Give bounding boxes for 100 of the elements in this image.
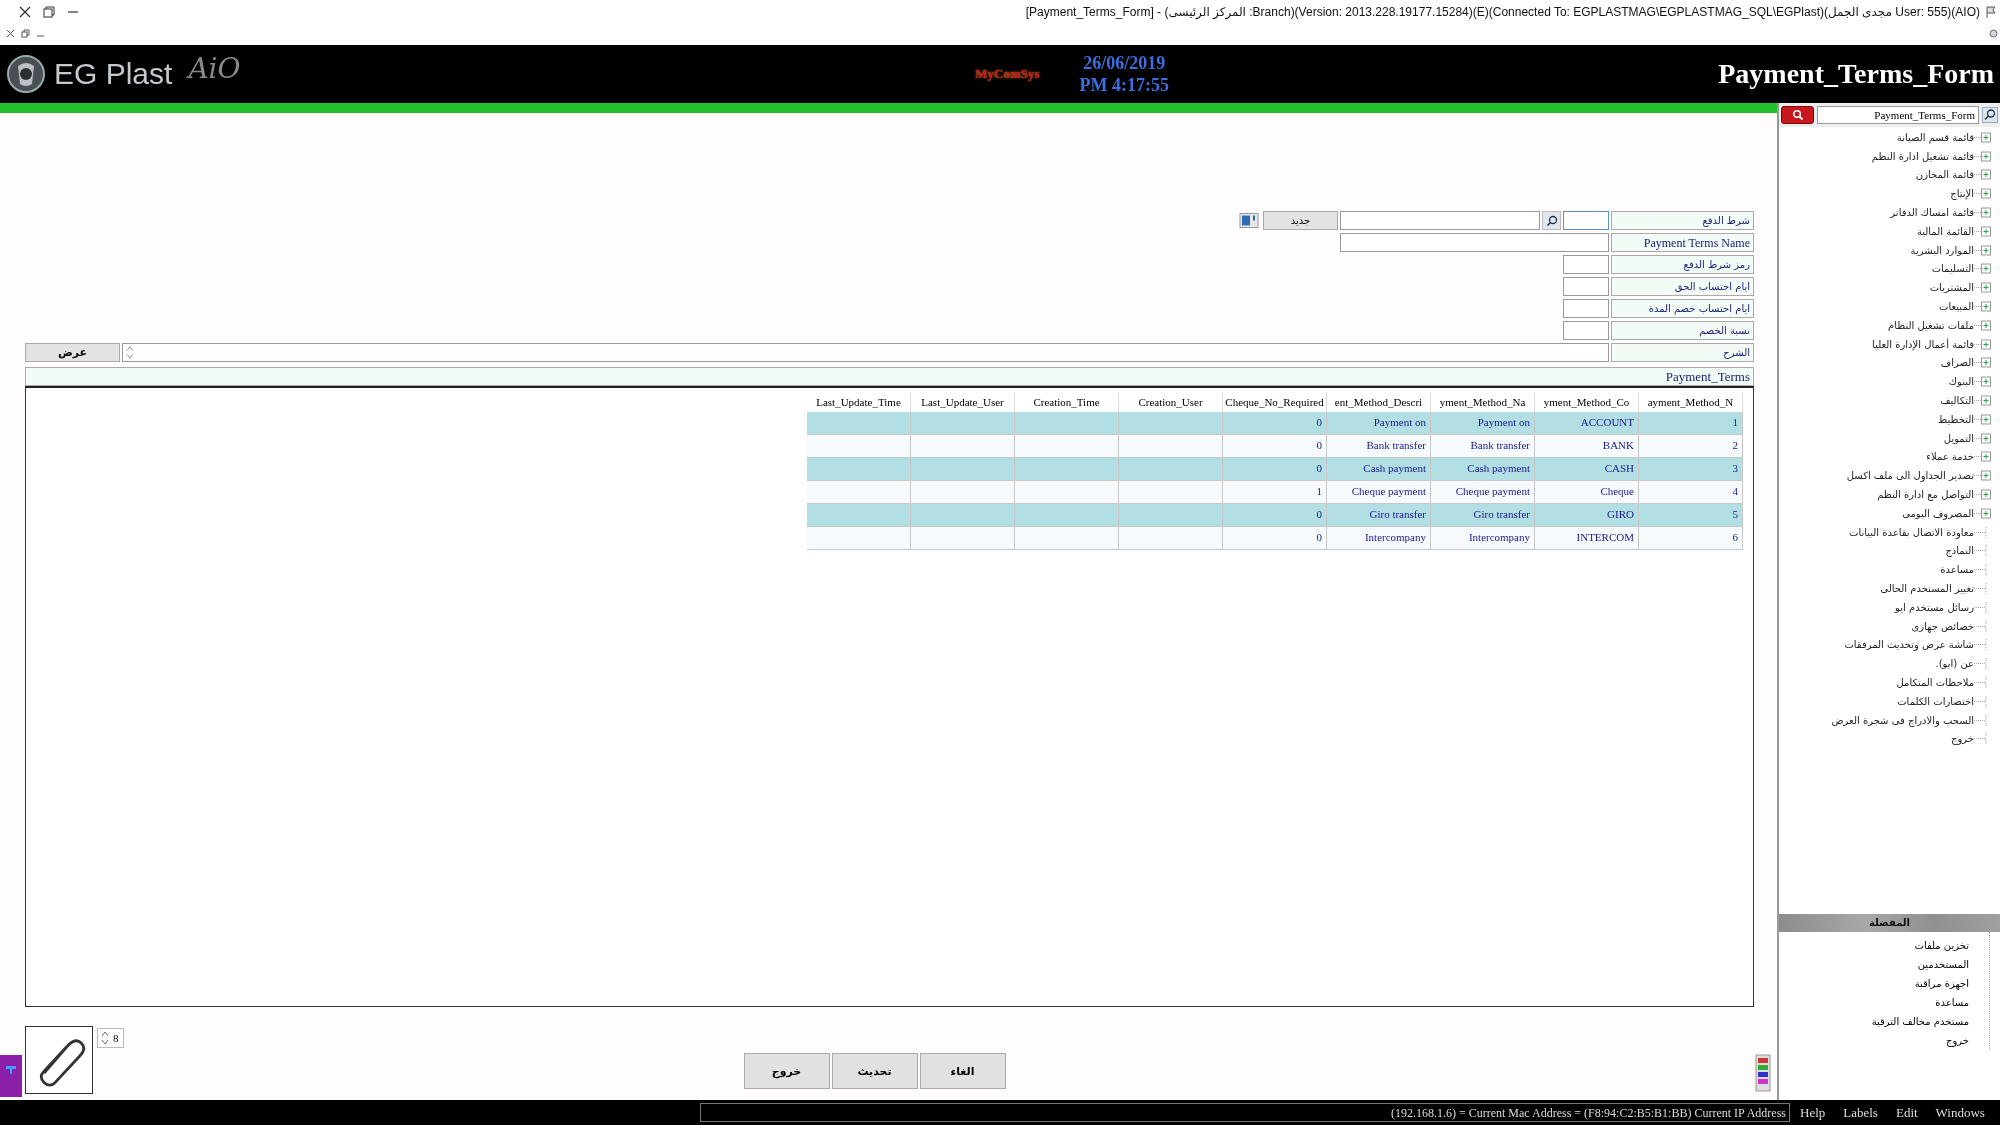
search-button[interactable] [1542, 211, 1561, 230]
favorite-item[interactable]: المستخدمين [1917, 955, 1969, 974]
input-field[interactable] [1563, 299, 1609, 318]
tree-item[interactable]: ملفات تشغيل النظام [1888, 319, 1974, 331]
menu-item[interactable]: Labels [1843, 1104, 1878, 1121]
tree-item[interactable]: الإنتاج [1950, 188, 1974, 200]
tree-item[interactable]: البنوك [1948, 376, 1974, 388]
search-button[interactable] [1781, 106, 1814, 124]
tree-item[interactable]: قائمة المخازن [1915, 169, 1974, 181]
expand-icon[interactable] [1974, 244, 1992, 256]
search-icon [1546, 215, 1558, 227]
tree-item[interactable]: خدمة عملاء [1926, 451, 1974, 463]
expand-icon[interactable] [1974, 150, 1992, 162]
menu-item[interactable]: Windows [1935, 1104, 1985, 1121]
expand-icon[interactable] [1974, 338, 1992, 350]
favorite-item[interactable]: اجهزة مراقبة [1914, 974, 1969, 993]
field-label: Payment Terms Name [1611, 233, 1754, 252]
tree-item[interactable]: خروج [1951, 733, 1974, 745]
tree-item[interactable]: المشتريات [1929, 282, 1974, 294]
tree-item[interactable]: قائمة امساك الدفاتر [1890, 207, 1974, 219]
tree-item[interactable]: الموارد البشرية [1910, 244, 1974, 256]
tree-item[interactable]: المصروف اليومى [1902, 507, 1974, 519]
search-icon[interactable] [1982, 107, 1998, 123]
form-icon[interactable] [1239, 212, 1259, 229]
tree-item[interactable]: السحب والادراج فى شجرة العرض [1831, 714, 1974, 726]
action-button[interactable]: تحديث [831, 1053, 918, 1089]
name-field[interactable] [1340, 211, 1540, 230]
input-field[interactable] [1563, 277, 1609, 296]
expand-icon[interactable] [1974, 376, 1992, 388]
expand-icon[interactable] [1974, 395, 1992, 407]
tree-item[interactable]: المبيعات [1939, 301, 1974, 313]
expand-icon[interactable] [1974, 131, 1992, 143]
spinner-arrows-icon[interactable] [125, 344, 135, 361]
restore-icon[interactable] [42, 5, 56, 19]
table-cell: Cheque payment [1431, 481, 1535, 504]
menu-search-field[interactable]: Payment_Terms_Form [1817, 106, 1979, 124]
expand-icon[interactable] [1974, 169, 1992, 181]
favorite-item[interactable]: مستخدم مخالف الترقية [1871, 1012, 1969, 1031]
expand-icon[interactable] [1974, 263, 1992, 275]
table-cell: 1 [1639, 412, 1743, 435]
expand-icon[interactable] [1974, 451, 1992, 463]
memo-field[interactable] [122, 343, 1609, 362]
tree-item[interactable]: الصراف [1940, 357, 1974, 369]
tree-item[interactable]: شاشة عرض وتحديث المرفقات [1844, 639, 1974, 651]
table-cell: Cash payment [1327, 458, 1431, 481]
side-tab[interactable] [0, 1055, 22, 1097]
action-button[interactable]: الغاء [919, 1053, 1006, 1089]
expand-icon[interactable] [1974, 319, 1992, 331]
tree-item[interactable]: اختصارات الكلمات [1897, 695, 1974, 707]
table-cell: 2 [1639, 435, 1743, 458]
code-field[interactable] [1563, 211, 1609, 230]
expand-icon[interactable] [1974, 301, 1992, 313]
action-button[interactable]: خروج [743, 1053, 830, 1089]
close-icon[interactable] [18, 5, 32, 19]
restore-icon[interactable] [21, 28, 30, 38]
favorite-item[interactable]: خروج [1946, 1031, 1969, 1050]
tree-item[interactable]: قائمة أعمال الإدارة العليا [1872, 338, 1974, 350]
expand-icon[interactable] [1974, 357, 1992, 369]
tree-item[interactable]: قائمة قسم الصيانة [1896, 131, 1974, 143]
expand-icon[interactable] [1974, 489, 1992, 501]
favorite-item[interactable]: تخزين ملفات [1914, 936, 1969, 955]
input-field[interactable] [1340, 233, 1609, 252]
expand-icon[interactable] [1974, 282, 1992, 294]
tree-item[interactable]: معاودة الاتصال بقاعدة البيانات [1848, 526, 1974, 538]
tree-item[interactable]: التخطيط [1938, 413, 1974, 425]
tree-item[interactable]: رسائل مستخدم ايو [1895, 601, 1974, 613]
new-button[interactable]: جديد [1263, 211, 1338, 230]
tree-item[interactable]: التواصل مع ادارة النظم [1877, 489, 1974, 501]
close-icon[interactable] [6, 28, 15, 38]
tree-item[interactable]: ملاحظات المتكامل [1896, 677, 1974, 688]
expand-icon[interactable] [1974, 432, 1992, 444]
input-field[interactable] [1563, 321, 1609, 340]
tree-item[interactable]: القائمة المالية [1916, 225, 1974, 237]
form-title: Payment_Terms_Form [1718, 58, 1994, 90]
tree-item[interactable]: خصائص جهازى [1911, 620, 1974, 632]
books-icon[interactable] [1755, 1053, 1771, 1093]
view-button[interactable]: عرض [25, 343, 120, 362]
table-cell: Giro transfer [1431, 504, 1535, 527]
tree-item[interactable]: التسليمات [1931, 263, 1974, 275]
menu-item[interactable]: Help [1800, 1104, 1826, 1121]
input-field[interactable] [1563, 255, 1609, 274]
tree-item[interactable]: عن (ايو). [1935, 658, 1974, 670]
expand-icon[interactable] [1974, 507, 1992, 519]
expand-icon[interactable] [1974, 413, 1992, 425]
tree-item[interactable]: تصدير الجداول الى ملف اكسل [1846, 470, 1974, 482]
expand-icon[interactable] [1974, 225, 1992, 237]
tree-item[interactable]: مساعدة [1940, 564, 1974, 576]
tree-item[interactable]: قائمة تشغيل ادارة النظم [1871, 150, 1974, 162]
expand-icon[interactable] [1974, 207, 1992, 219]
expand-icon[interactable] [1974, 470, 1992, 482]
menu-item[interactable]: Edit [1895, 1104, 1918, 1121]
table-cell: 0 [1223, 504, 1327, 527]
tree-item[interactable]: النماذج [1945, 545, 1974, 557]
attachment-button[interactable] [25, 1026, 93, 1094]
favorite-item[interactable]: مساعدة [1935, 993, 1969, 1012]
tree-item[interactable]: تغيير المستخدم الحالى [1880, 583, 1974, 594]
expand-icon[interactable] [1974, 188, 1992, 200]
tree-item[interactable]: التكاليف [1940, 395, 1974, 407]
count-spinner[interactable]: 8 [97, 1028, 124, 1048]
tree-item[interactable]: التمويل [1943, 432, 1974, 444]
